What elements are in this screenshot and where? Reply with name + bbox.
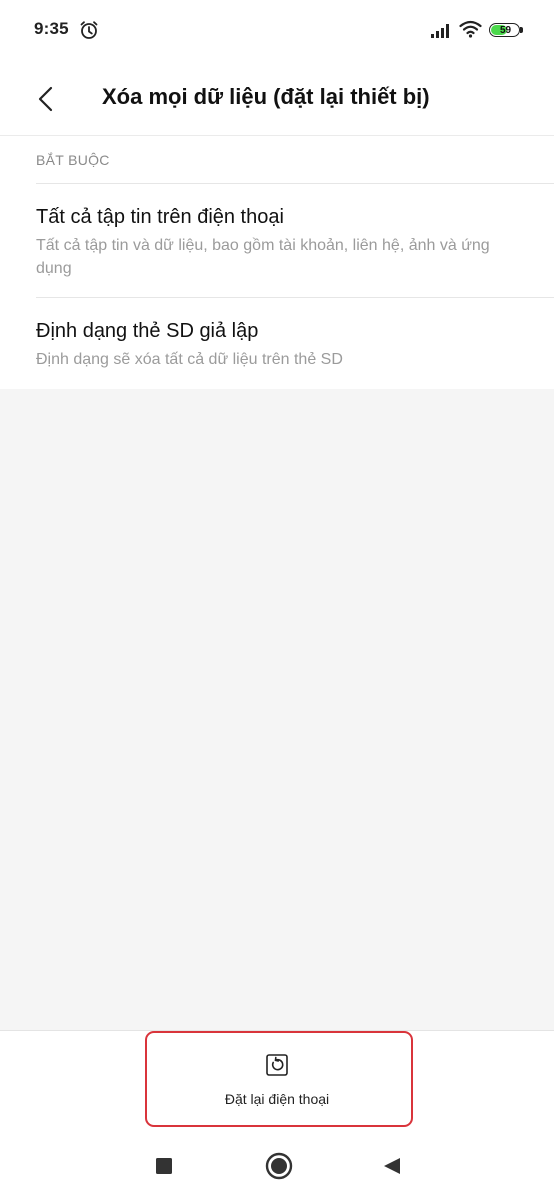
page-title: Xóa mọi dữ liệu (đặt lại thiết bị) [102,84,430,109]
list-item-format-sd[interactable]: Định dạng thẻ SD giả lập Định dạng sẽ xó… [0,298,554,388]
back-button[interactable] [24,76,68,120]
battery-level: 59 [499,25,512,36]
recents-button[interactable] [142,1144,186,1188]
home-button[interactable] [257,1144,301,1188]
back-triangle-icon [384,1158,400,1174]
item-description: Tất cả tập tin và dữ liệu, bao gồm tài k… [36,237,490,277]
item-description: Định dạng sẽ xóa tất cả dữ liệu trên thẻ… [36,351,343,368]
status-time: 9:35 [34,19,69,38]
signal-icon [430,22,452,38]
reset-icon [265,1053,289,1077]
bottom-action-bar: Đặt lại điện thoại [0,1030,554,1133]
reset-phone-button[interactable]: Đặt lại điện thoại [180,1041,374,1121]
chevron-left-icon [38,86,53,112]
home-circle-icon [265,1152,293,1180]
list-item-all-files[interactable]: Tất cả tập tin trên điện thoại Tất cả tậ… [0,184,554,297]
battery-icon: 59 [489,23,523,37]
divider [0,135,554,136]
navigation-bar [0,1133,554,1200]
reset-phone-label: Đặt lại điện thoại [224,1091,330,1107]
recents-square-icon [156,1158,172,1174]
item-title: Tất cả tập tin trên điện thoại [36,206,284,228]
back-nav-button[interactable] [370,1144,414,1188]
status-bar: 9:35 59 [0,0,554,60]
alarm-icon [79,20,99,40]
section-label: BẮT BUỘC [36,152,110,168]
header: Xóa mọi dữ liệu (đặt lại thiết bị) [0,60,554,135]
wifi-icon [459,20,482,38]
item-title: Định dạng thẻ SD giả lập [36,320,259,342]
